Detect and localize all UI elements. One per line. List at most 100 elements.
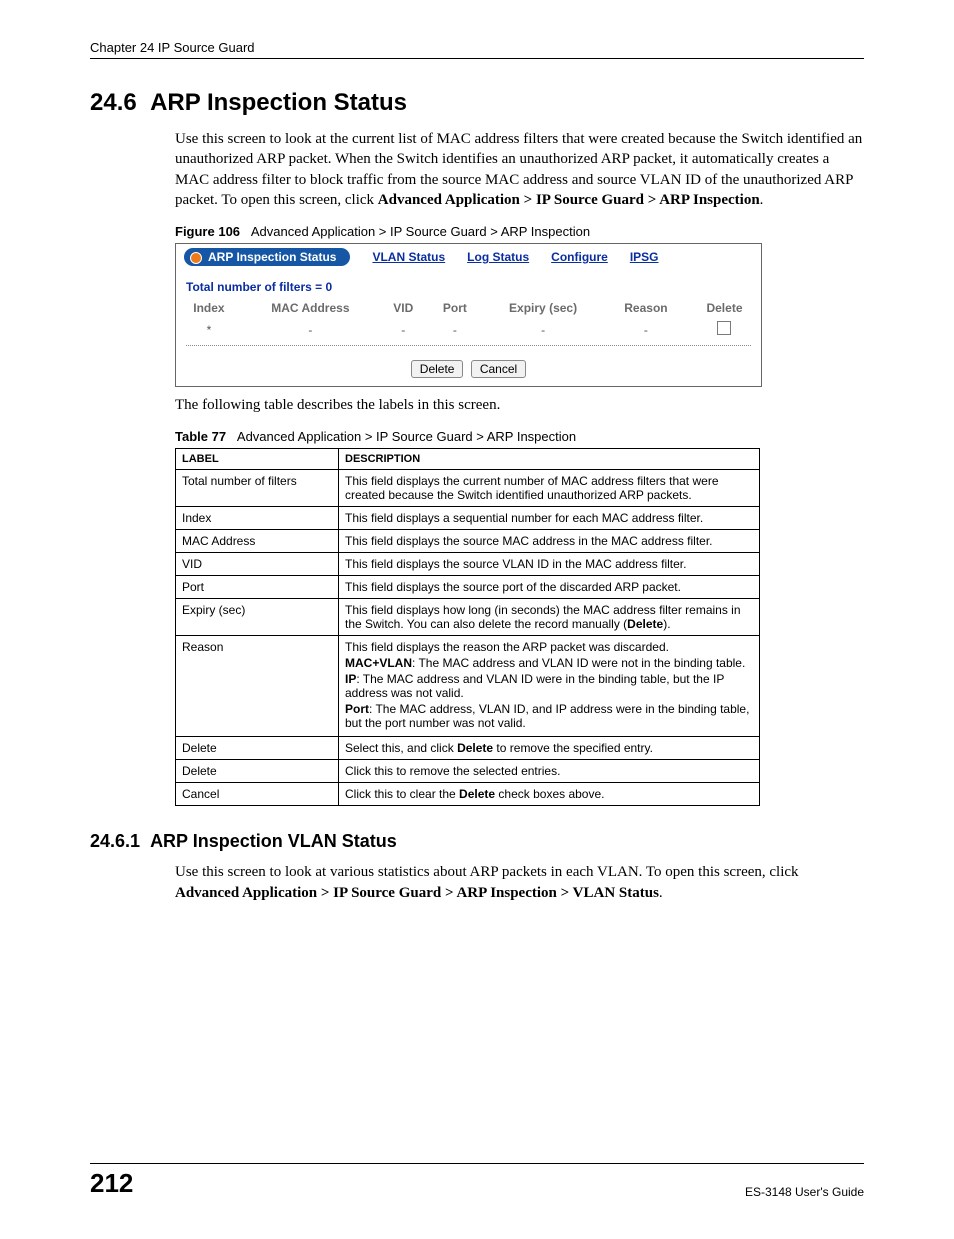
desc-bold: Delete [627, 617, 663, 631]
col-port: Port [428, 298, 483, 318]
table-row: Delete Select this, and click Delete to … [176, 737, 760, 760]
section-intro-end: . [760, 192, 764, 208]
reason-intro: This field displays the reason the ARP p… [345, 640, 753, 654]
section-intro-path: Advanced Application > IP Source Guard >… [378, 192, 760, 208]
desc-part: check boxes above. [495, 787, 604, 801]
table-row: Total number of filters This field displ… [176, 470, 760, 507]
reason-port-b: Port [345, 702, 369, 716]
desc-label: Delete [176, 760, 339, 783]
desc-bold: Delete [457, 741, 493, 755]
desc-label: VID [176, 553, 339, 576]
desc-part: to remove the specified entry. [493, 741, 653, 755]
desc-label: Delete [176, 737, 339, 760]
table-caption-text: Advanced Application > IP Source Guard >… [237, 429, 576, 444]
col-mac: MAC Address [242, 298, 379, 318]
table-row: Port This field displays the source port… [176, 576, 760, 599]
desc-label: Reason [176, 636, 339, 737]
table-row: Delete Click this to remove the selected… [176, 760, 760, 783]
figure-caption-text: Advanced Application > IP Source Guard >… [251, 224, 590, 239]
tab-vlan-status[interactable]: VLAN Status [372, 250, 445, 264]
table-row: Index This field displays a sequential n… [176, 507, 760, 530]
desc-text: This field displays how long (in seconds… [339, 599, 760, 636]
filters-table: Index MAC Address VID Port Expiry (sec) … [176, 298, 761, 341]
reason-macvlan-b: MAC+VLAN [345, 656, 412, 670]
button-row: Delete Cancel [176, 354, 761, 386]
cell-reason: - [604, 318, 688, 341]
col-index: Index [176, 298, 242, 318]
guide-name: ES-3148 User's Guide [745, 1185, 864, 1199]
cell-expiry: - [482, 318, 604, 341]
desc-text: This field displays the reason the ARP p… [339, 636, 760, 737]
subsection-body-pre: Use this screen to look at various stati… [175, 864, 799, 880]
tab-arp-inspection-status[interactable]: ARP Inspection Status [184, 248, 350, 266]
desc-text: Click this to remove the selected entrie… [339, 760, 760, 783]
table-row: Reason This field displays the reason th… [176, 636, 760, 737]
cell-port: - [428, 318, 483, 341]
desc-label: Port [176, 576, 339, 599]
delete-checkbox[interactable] [717, 321, 731, 335]
tab-configure[interactable]: Configure [551, 250, 608, 264]
col-reason: Reason [604, 298, 688, 318]
desc-text: This field displays the source MAC addre… [339, 530, 760, 553]
col-description: DESCRIPTION [339, 449, 760, 470]
col-vid: VID [379, 298, 428, 318]
reason-port-t: : The MAC address, VLAN ID, and IP addre… [345, 702, 749, 730]
desc-label: MAC Address [176, 530, 339, 553]
desc-label: Expiry (sec) [176, 599, 339, 636]
cancel-button[interactable]: Cancel [471, 360, 526, 378]
page-number: 212 [90, 1168, 133, 1199]
reason-macvlan-t: : The MAC address and VLAN ID were not i… [412, 656, 745, 670]
desc-text: This field displays the current number o… [339, 470, 760, 507]
section-heading: 24.6 ARP Inspection Status [90, 89, 864, 117]
description-table-header: LABEL DESCRIPTION [176, 449, 760, 470]
table-row: MAC Address This field displays the sour… [176, 530, 760, 553]
cell-vid: - [379, 318, 428, 341]
desc-part: Click this to clear the [345, 787, 459, 801]
page-footer: 212 ES-3148 User's Guide [90, 1163, 864, 1199]
cell-index: * [176, 318, 242, 341]
separator [186, 345, 751, 346]
subsection-heading: 24.6.1 ARP Inspection VLAN Status [90, 831, 864, 852]
cell-mac: - [242, 318, 379, 341]
section-title: ARP Inspection Status [150, 89, 407, 116]
subsection-body-end: . [659, 885, 663, 901]
col-expiry: Expiry (sec) [482, 298, 604, 318]
desc-text: This field displays the source port of t… [339, 576, 760, 599]
desc-label: Total number of filters [176, 470, 339, 507]
tab-ipsg[interactable]: IPSG [630, 250, 659, 264]
col-label: LABEL [176, 449, 339, 470]
table-label: Table 77 [175, 429, 226, 444]
section-intro: Use this screen to look at the current l… [175, 129, 864, 210]
desc-label: Index [176, 507, 339, 530]
total-filters-line: Total number of filters = 0 [186, 280, 761, 294]
arp-inspection-screenshot: ARP Inspection Status VLAN Status Log St… [175, 243, 762, 387]
desc-text: This field displays a sequential number … [339, 507, 760, 530]
filters-table-header: Index MAC Address VID Port Expiry (sec) … [176, 298, 761, 318]
tab-row: ARP Inspection Status VLAN Status Log St… [176, 244, 761, 270]
figure-label: Figure 106 [175, 224, 240, 239]
figure-caption: Figure 106 Advanced Application > IP Sou… [175, 224, 864, 239]
desc-text: Click this to clear the Delete check box… [339, 783, 760, 806]
chapter-header: Chapter 24 IP Source Guard [90, 40, 864, 59]
description-table: LABEL DESCRIPTION Total number of filter… [175, 448, 760, 806]
desc-part: This field displays how long (in seconds… [345, 603, 741, 631]
desc-text: Select this, and click Delete to remove … [339, 737, 760, 760]
table-intro: The following table describes the labels… [175, 395, 864, 415]
desc-part: Select this, and click [345, 741, 457, 755]
desc-text: This field displays the source VLAN ID i… [339, 553, 760, 576]
table-row: * - - - - - [176, 318, 761, 341]
subsection-body: Use this screen to look at various stati… [175, 862, 864, 903]
subsection-title: ARP Inspection VLAN Status [150, 831, 397, 851]
col-delete: Delete [688, 298, 761, 318]
table-row: VID This field displays the source VLAN … [176, 553, 760, 576]
section-number: 24.6 [90, 89, 137, 116]
table-caption: Table 77 Advanced Application > IP Sourc… [175, 429, 864, 444]
table-row: Expiry (sec) This field displays how lon… [176, 599, 760, 636]
subsection-number: 24.6.1 [90, 831, 140, 851]
delete-button[interactable]: Delete [411, 360, 464, 378]
table-row: Cancel Click this to clear the Delete ch… [176, 783, 760, 806]
desc-label: Cancel [176, 783, 339, 806]
reason-ip-b: IP [345, 672, 356, 686]
tab-log-status[interactable]: Log Status [467, 250, 529, 264]
desc-part: ). [663, 617, 670, 631]
